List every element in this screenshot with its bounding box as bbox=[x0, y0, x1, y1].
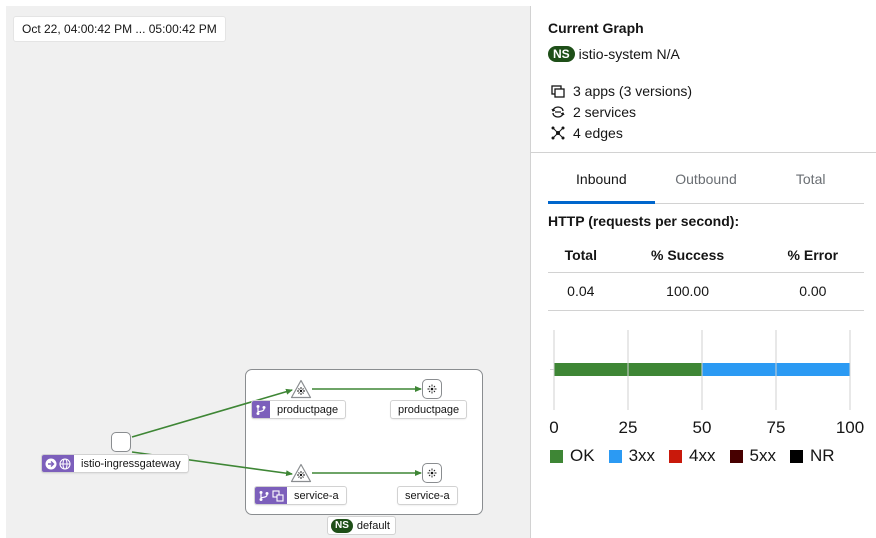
graph-area: Oct 22, 04:00:42 PM ... 05:00:42 PM isti… bbox=[0, 0, 530, 538]
chart-legend: OK 3xx 4xx 5xx NR bbox=[550, 446, 849, 466]
cell-total: 0.04 bbox=[548, 272, 614, 311]
globe-icon bbox=[59, 457, 71, 470]
panel-namespace-name: istio-system N/A bbox=[578, 46, 680, 62]
virtual-service-icon bbox=[272, 489, 284, 502]
panel-title: Current Graph bbox=[548, 20, 644, 36]
cell-error: 0.00 bbox=[761, 272, 864, 311]
service-a-workload-name: service-a bbox=[405, 489, 450, 502]
services-icon bbox=[551, 106, 565, 118]
workload-icon bbox=[427, 384, 437, 394]
productpage-workload-label[interactable]: productpage bbox=[391, 401, 467, 418]
workload-icon bbox=[427, 468, 437, 478]
header-error: % Error bbox=[761, 238, 864, 273]
service-a-app-node[interactable] bbox=[290, 463, 312, 483]
gateway-node[interactable] bbox=[111, 432, 131, 452]
namespace-badge: NS bbox=[331, 518, 353, 533]
topology-icon bbox=[551, 126, 565, 140]
cell-success: 100.00 bbox=[613, 272, 762, 311]
legend-item-ok[interactable]: OK bbox=[550, 446, 595, 466]
gateway-node-label[interactable]: istio-ingressgateway bbox=[42, 455, 188, 472]
gateway-node-name: istio-ingressgateway bbox=[81, 457, 181, 470]
applications-icon bbox=[551, 85, 565, 98]
gateway-badges bbox=[42, 455, 74, 472]
panel-divider bbox=[531, 152, 876, 153]
x-tick-label-25: 25 bbox=[619, 418, 638, 437]
legend-swatch bbox=[550, 449, 563, 463]
panel-namespace-row: NS istio-system N/A bbox=[548, 46, 680, 62]
legend-swatch bbox=[608, 449, 622, 463]
legend-swatch bbox=[789, 449, 803, 463]
services-stat-text: 2 services bbox=[573, 104, 637, 120]
legend-swatch bbox=[729, 449, 743, 463]
legend-label: OK bbox=[570, 446, 595, 465]
namespace-box-label[interactable]: NS default bbox=[328, 517, 395, 534]
header-total: Total bbox=[548, 238, 614, 273]
ingress-arrow-icon bbox=[45, 458, 57, 469]
legend-item-nr[interactable]: NR bbox=[789, 446, 835, 466]
service-a-app-label[interactable]: service-a bbox=[255, 487, 346, 504]
x-tick-label-75: 75 bbox=[767, 418, 786, 437]
legend-item-5xx[interactable]: 5xx bbox=[729, 446, 776, 466]
x-tick-label-0: 0 bbox=[549, 418, 558, 437]
productpage-app-label[interactable]: productpage bbox=[252, 401, 346, 418]
services-stat: 2 services bbox=[551, 104, 636, 120]
panel-namespace-badge: NS bbox=[548, 46, 575, 62]
legend-label: NR bbox=[809, 446, 835, 465]
productpage-app-name: productpage bbox=[277, 403, 339, 416]
legend-label: 3xx bbox=[628, 446, 656, 465]
http-rate-table: Total % Success % Error 0.04 100.00 0.00 bbox=[548, 238, 864, 311]
service-a-workload-label[interactable]: service-a bbox=[398, 487, 457, 504]
legend-label: 5xx bbox=[749, 446, 776, 465]
productpage-workload-name: productpage bbox=[398, 403, 460, 416]
legend-swatch bbox=[669, 449, 683, 463]
tab-inbound[interactable]: Inbound bbox=[548, 166, 655, 204]
header-success: % Success bbox=[613, 238, 762, 273]
edges-stat: 4 edges bbox=[551, 125, 623, 141]
service-a-workload-node[interactable] bbox=[422, 463, 442, 483]
productpage-workload-node[interactable] bbox=[422, 379, 442, 399]
http-section-title: HTTP (requests per second): bbox=[548, 213, 740, 229]
legend-item-3xx[interactable]: 3xx bbox=[608, 446, 656, 466]
x-tick-label-50: 50 bbox=[693, 418, 712, 437]
tab-total[interactable]: Total bbox=[757, 166, 864, 203]
traffic-tabs: Inbound Outbound Total bbox=[548, 166, 864, 204]
legend-label: 4xx bbox=[689, 446, 716, 465]
app-service-badges bbox=[255, 487, 287, 504]
edges-stat-text: 4 edges bbox=[573, 125, 623, 141]
branch-icon bbox=[259, 490, 269, 501]
x-tick-label-100: 100 bbox=[836, 418, 864, 437]
table-row: 0.04 100.00 0.00 bbox=[548, 272, 864, 311]
legend-item-4xx[interactable]: 4xx bbox=[669, 446, 716, 466]
apps-stat-text: 3 apps (3 versions) bbox=[573, 83, 693, 99]
apps-stat: 3 apps (3 versions) bbox=[551, 83, 692, 99]
branch-icon bbox=[256, 404, 266, 415]
namespace-box-name: default bbox=[356, 519, 390, 532]
tab-outbound[interactable]: Outbound bbox=[655, 166, 758, 203]
table-header-row: Total % Success % Error bbox=[548, 238, 864, 273]
app-badge bbox=[252, 401, 270, 418]
service-a-app-name: service-a bbox=[294, 489, 339, 502]
productpage-app-node[interactable] bbox=[290, 379, 312, 399]
